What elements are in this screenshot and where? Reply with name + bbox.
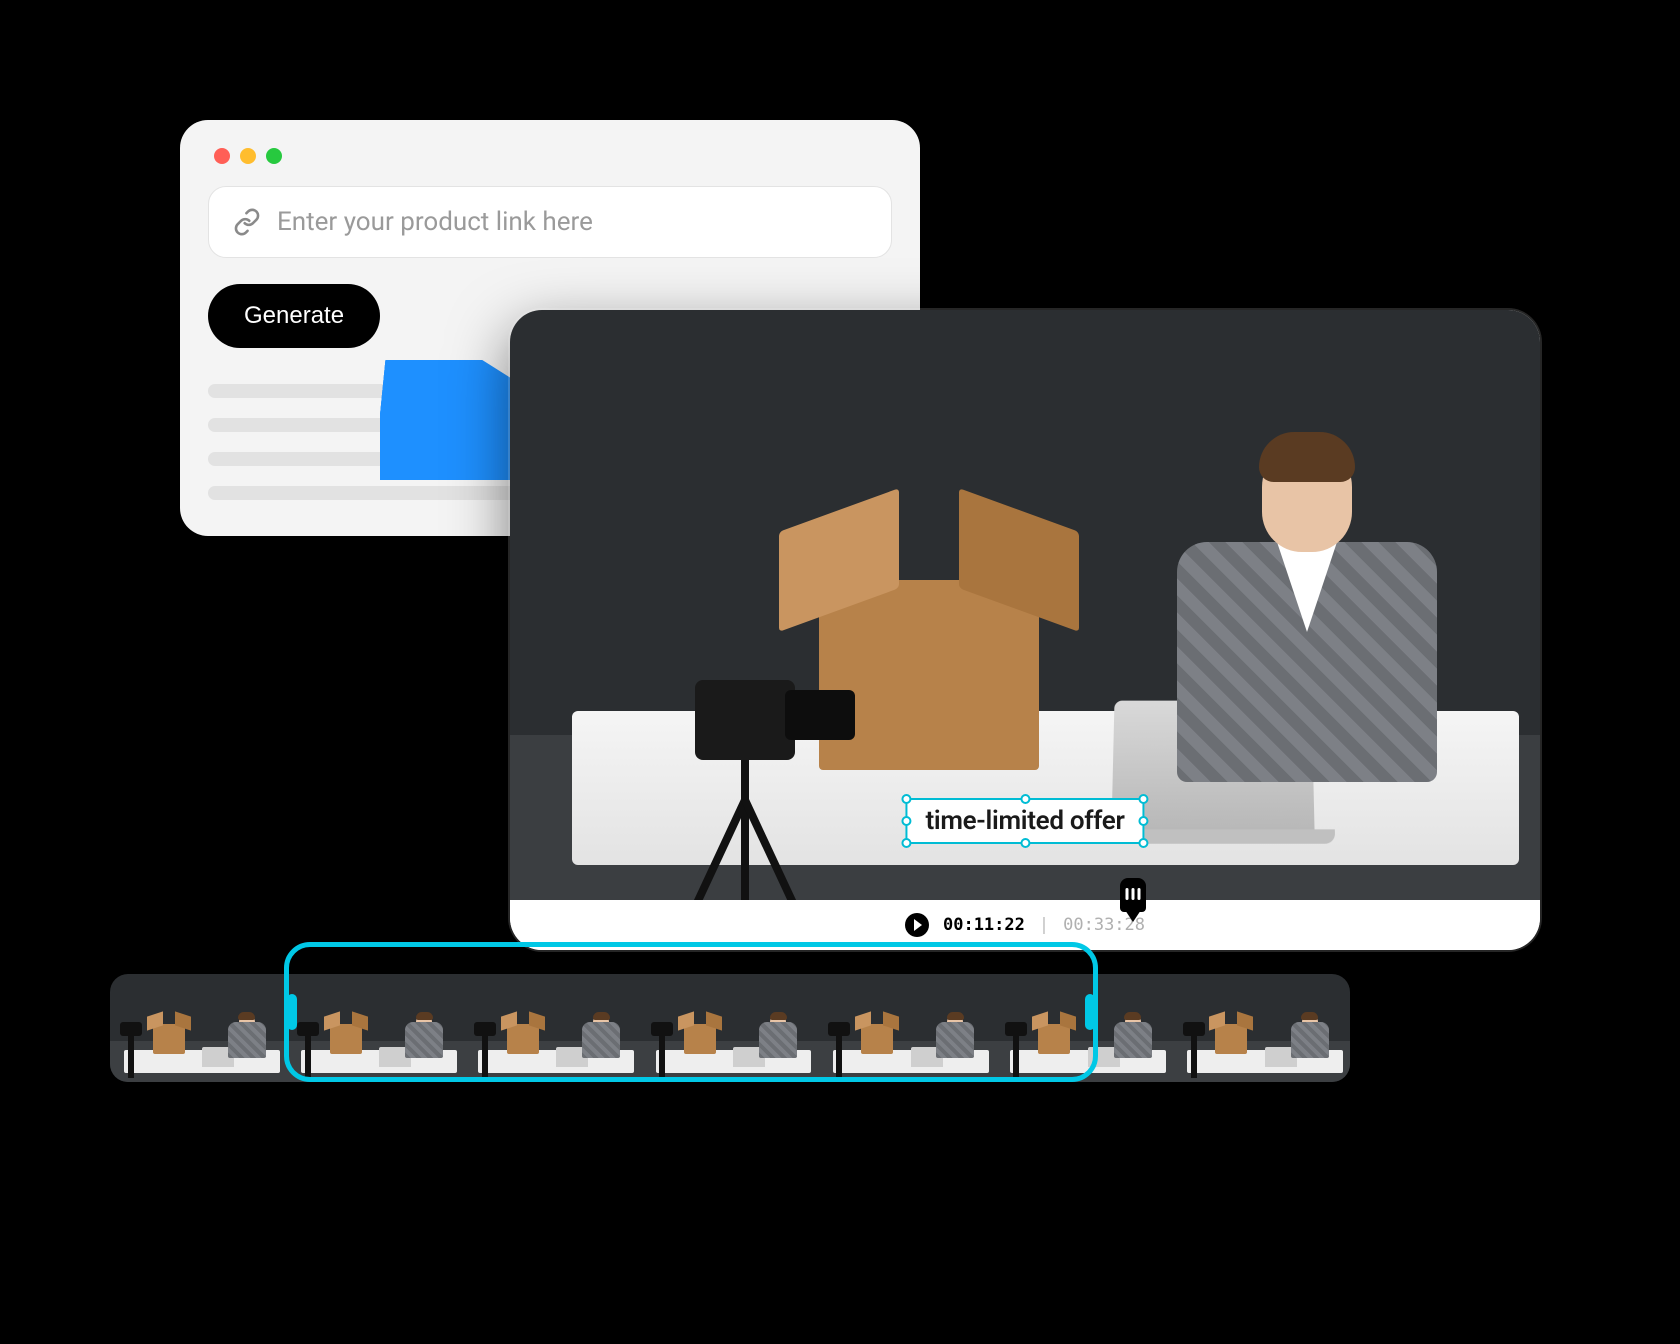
video-preview-card: time-limited offer 00:11:22 | 00:33:28 (510, 310, 1540, 950)
caption-text-box[interactable]: time-limited offer (905, 798, 1144, 844)
product-link-input[interactable]: Enter your product link here (208, 186, 892, 258)
window-traffic-lights (208, 148, 892, 164)
timeline-strip[interactable] (110, 958, 1350, 1098)
timeline-thumb[interactable] (641, 974, 818, 1082)
link-icon (233, 208, 261, 236)
resize-handle[interactable] (901, 838, 911, 848)
timeline-thumb[interactable] (819, 974, 996, 1082)
resize-handle[interactable] (1020, 794, 1030, 804)
timeline-thumb[interactable] (1173, 974, 1350, 1082)
video-frame[interactable]: time-limited offer (510, 310, 1540, 900)
playhead-marker[interactable] (1120, 878, 1146, 912)
minimize-icon[interactable] (240, 148, 256, 164)
caption-text: time-limited offer (925, 806, 1124, 836)
timeline-thumb[interactable] (110, 974, 287, 1082)
generate-button[interactable]: Generate (208, 284, 380, 348)
resize-handle[interactable] (1139, 816, 1149, 826)
play-icon[interactable] (905, 913, 929, 937)
close-icon[interactable] (214, 148, 230, 164)
timeline-thumb[interactable] (287, 974, 464, 1082)
maximize-icon[interactable] (266, 148, 282, 164)
video-controls: 00:11:22 | 00:33:28 (510, 900, 1540, 950)
time-separator: | (1039, 915, 1049, 935)
resize-handle[interactable] (901, 816, 911, 826)
timeline-thumb[interactable] (464, 974, 641, 1082)
timeline-thumb[interactable] (996, 974, 1173, 1082)
resize-handle[interactable] (1020, 838, 1030, 848)
resize-handle[interactable] (901, 794, 911, 804)
time-current: 00:11:22 (943, 915, 1025, 935)
product-link-placeholder: Enter your product link here (277, 207, 593, 237)
skeleton-line (208, 418, 468, 432)
